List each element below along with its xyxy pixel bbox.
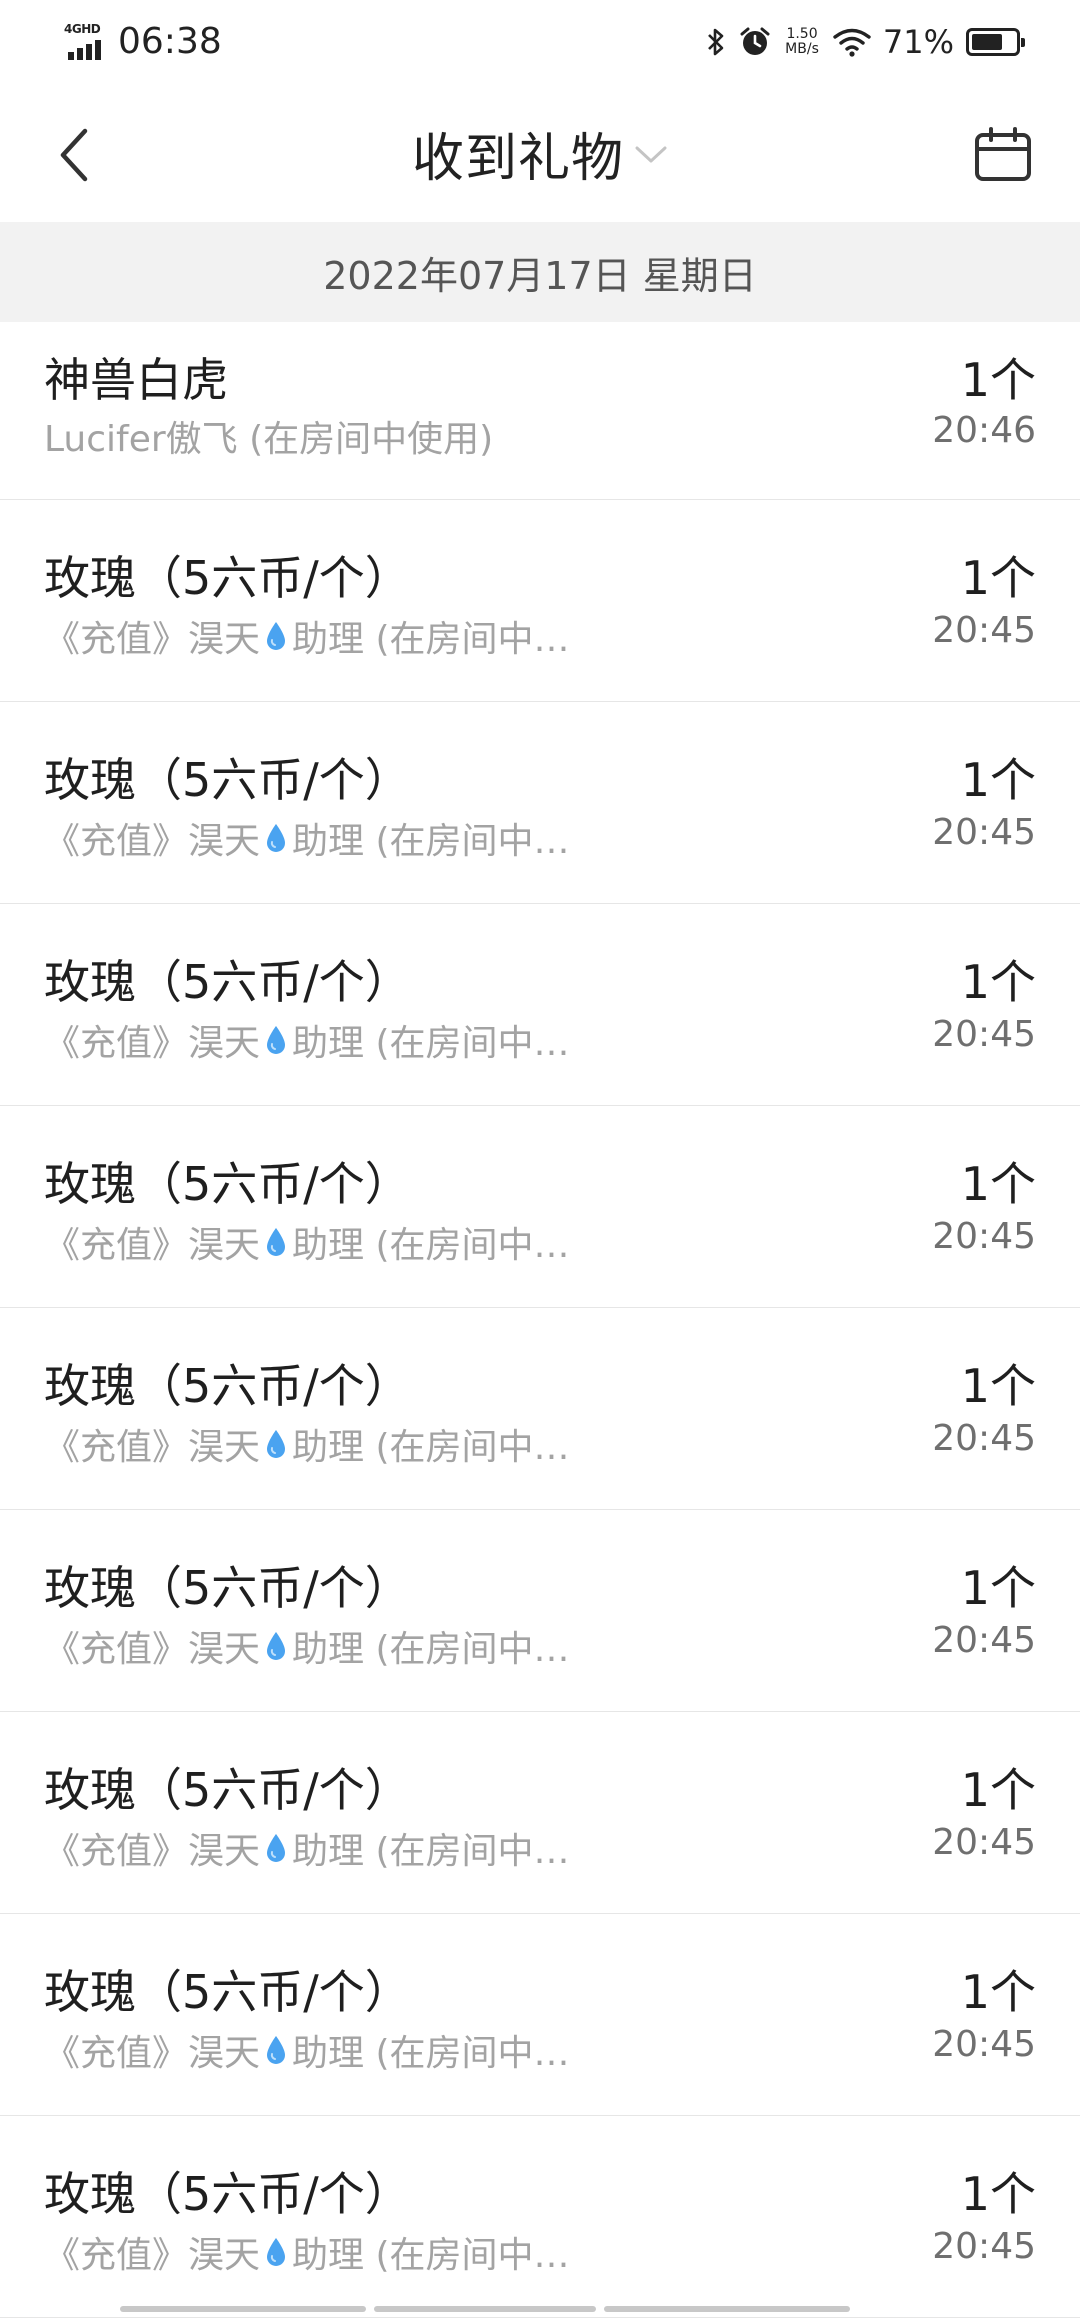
network-type-label: 4GHD bbox=[64, 22, 101, 36]
gift-list: 神兽白虎 Lucifer傲飞 (在房间中使用) 1个 20:46 玫瑰（5六币/个） 《充… bbox=[0, 322, 1080, 2318]
water-drop-icon bbox=[264, 1226, 288, 1258]
gift-time: 20:45 bbox=[932, 1418, 1036, 1459]
status-bar-right: 1.50 MB/s 71% bbox=[693, 16, 1025, 68]
gift-sender-name: 《充值》淏天 bbox=[44, 1023, 261, 1064]
water-drop-icon bbox=[264, 1630, 288, 1662]
gift-time: 20:45 bbox=[932, 2024, 1036, 2065]
gift-sender-suffix: 助理 (在房间中… bbox=[292, 619, 570, 660]
gift-row[interactable]: 玫瑰（5六币/个） 《充值》淏天 助理 (在房间中… 1个 20:45 bbox=[0, 500, 1080, 702]
gift-sender: Lucifer傲飞 (在房间中使用) bbox=[44, 410, 493, 462]
gift-name: 玫瑰（5六币/个） bbox=[44, 1965, 411, 2019]
gift-row[interactable]: 玫瑰（5六币/个） 《充值》淏天 助理 (在房间中… 1个 20:45 bbox=[0, 1712, 1080, 1914]
gift-time: 20:45 bbox=[932, 1822, 1036, 1863]
gift-row[interactable]: 玫瑰（5六币/个） 《充值》淏天 助理 (在房间中… 1个 20:45 bbox=[0, 904, 1080, 1106]
gift-sender: 《充值》淏天 助理 (在房间中… bbox=[44, 2226, 570, 2278]
gift-time: 20:45 bbox=[932, 812, 1036, 853]
gift-time: 20:45 bbox=[932, 1620, 1036, 1661]
gift-sender: 《充值》淏天 助理 (在房间中… bbox=[44, 1014, 570, 1066]
gift-sender-suffix: 助理 (在房间中… bbox=[292, 1427, 570, 1468]
page-title: 收到礼物 bbox=[411, 128, 624, 189]
gift-name: 玫瑰（5六币/个） bbox=[44, 1157, 411, 1211]
gift-sender-name: 《充值》淏天 bbox=[44, 2033, 261, 2074]
gift-sender-suffix: 助理 (在房间中… bbox=[292, 1023, 570, 1064]
status-bar: 4GHD 06:38 1.50 MB/s 71% bbox=[0, 0, 1080, 84]
gift-sender: 《充值》淏天 助理 (在房间中… bbox=[44, 1620, 570, 1672]
calendar-icon bbox=[975, 127, 1031, 181]
calendar-button[interactable] bbox=[968, 120, 1038, 190]
water-drop-icon bbox=[264, 2236, 288, 2268]
gift-sender-suffix: 助理 (在房间中… bbox=[292, 1629, 570, 1670]
bluetooth-icon bbox=[707, 26, 725, 58]
gift-name: 玫瑰（5六币/个） bbox=[44, 1561, 411, 1615]
gift-name: 玫瑰（5六币/个） bbox=[44, 551, 411, 605]
gift-count: 1个 bbox=[960, 353, 1036, 407]
chevron-down-icon bbox=[634, 144, 668, 166]
gift-sender-suffix: 助理 (在房间中… bbox=[292, 2235, 570, 2276]
gift-time: 20:45 bbox=[932, 610, 1036, 651]
gift-count: 1个 bbox=[960, 1763, 1036, 1817]
gift-sender-name: 《充值》淏天 bbox=[44, 619, 261, 660]
gift-row[interactable]: 神兽白虎 Lucifer傲飞 (在房间中使用) 1个 20:46 bbox=[0, 322, 1080, 500]
gift-sender-suffix: 助理 (在房间中… bbox=[292, 821, 570, 862]
gift-sender: 《充值》淏天 助理 (在房间中… bbox=[44, 1418, 570, 1470]
battery-percent: 71% bbox=[882, 23, 954, 61]
gift-sender-name: 《充值》淏天 bbox=[44, 1629, 261, 1670]
water-drop-icon bbox=[264, 1832, 288, 1864]
gift-sender: 《充值》淏天 助理 (在房间中… bbox=[44, 1822, 570, 1874]
gift-time: 20:45 bbox=[932, 1014, 1036, 1055]
gift-sender: 《充值》淏天 助理 (在房间中… bbox=[44, 1216, 570, 1268]
water-drop-icon bbox=[264, 1024, 288, 1056]
water-drop-icon bbox=[264, 2034, 288, 2066]
gift-count: 1个 bbox=[960, 1965, 1036, 2019]
gift-name: 神兽白虎 bbox=[44, 353, 228, 407]
gift-name: 玫瑰（5六币/个） bbox=[44, 2167, 411, 2221]
cellular-signal-icon: 4GHD bbox=[64, 22, 110, 62]
gift-sender-name: 《充值》淏天 bbox=[44, 2235, 261, 2276]
gift-row[interactable]: 玫瑰（5六币/个） 《充值》淏天 助理 (在房间中… 1个 20:45 bbox=[0, 1510, 1080, 1712]
gift-time: 20:45 bbox=[932, 2226, 1036, 2267]
gift-sender-name: 《充值》淏天 bbox=[44, 1225, 261, 1266]
gift-time: 20:46 bbox=[932, 410, 1036, 451]
wifi-icon bbox=[833, 27, 871, 57]
gift-sender-suffix: 助理 (在房间中… bbox=[292, 2033, 570, 2074]
gift-count: 1个 bbox=[960, 1561, 1036, 1615]
gift-sender: 《充值》淏天 助理 (在房间中… bbox=[44, 812, 570, 864]
network-speed: 1.50 MB/s bbox=[785, 26, 819, 57]
gift-row[interactable]: 玫瑰（5六币/个） 《充值》淏天 助理 (在房间中… 1个 20:45 bbox=[0, 1106, 1080, 1308]
gift-name: 玫瑰（5六币/个） bbox=[44, 1359, 411, 1413]
water-drop-icon bbox=[264, 1428, 288, 1460]
gift-sender-name: 《充值》淏天 bbox=[44, 821, 261, 862]
nav-bar: 收到礼物 bbox=[0, 84, 1080, 222]
battery-icon bbox=[966, 28, 1025, 56]
gift-time: 20:45 bbox=[932, 1216, 1036, 1257]
title-dropdown[interactable]: 收到礼物 bbox=[0, 118, 1080, 189]
gift-row[interactable]: 玫瑰（5六币/个） 《充值》淏天 助理 (在房间中… 1个 20:45 bbox=[0, 2116, 1080, 2318]
gift-name: 玫瑰（5六币/个） bbox=[44, 753, 411, 807]
alarm-icon bbox=[739, 26, 771, 58]
gift-row[interactable]: 玫瑰（5六币/个） 《充值》淏天 助理 (在房间中… 1个 20:45 bbox=[0, 1914, 1080, 2116]
gift-count: 1个 bbox=[960, 551, 1036, 605]
water-drop-icon bbox=[264, 620, 288, 652]
water-drop-icon bbox=[264, 822, 288, 854]
gift-sender-suffix: 助理 (在房间中… bbox=[292, 1831, 570, 1872]
gift-sender-name: 《充值》淏天 bbox=[44, 1427, 261, 1468]
gift-sender: 《充值》淏天 助理 (在房间中… bbox=[44, 2024, 570, 2076]
status-bar-left: 4GHD 06:38 bbox=[64, 16, 222, 68]
gift-count: 1个 bbox=[960, 2167, 1036, 2221]
gift-count: 1个 bbox=[960, 955, 1036, 1009]
gift-name: 玫瑰（5六币/个） bbox=[44, 955, 411, 1009]
gift-row[interactable]: 玫瑰（5六币/个） 《充值》淏天 助理 (在房间中… 1个 20:45 bbox=[0, 702, 1080, 904]
gift-sender-suffix: 助理 (在房间中… bbox=[292, 1225, 570, 1266]
gift-count: 1个 bbox=[960, 1359, 1036, 1413]
gift-sender-name: Lucifer傲飞 (在房间中使用) bbox=[44, 419, 494, 460]
gift-sender-name: 《充值》淏天 bbox=[44, 1831, 261, 1872]
status-time: 06:38 bbox=[118, 21, 222, 62]
date-section-header: 2022年07月17日 星期日 bbox=[0, 222, 1080, 322]
gift-count: 1个 bbox=[960, 753, 1036, 807]
gift-sender: 《充值》淏天 助理 (在房间中… bbox=[44, 610, 570, 662]
gift-name: 玫瑰（5六币/个） bbox=[44, 1763, 411, 1817]
gift-count: 1个 bbox=[960, 1157, 1036, 1211]
gift-row[interactable]: 玫瑰（5六币/个） 《充值》淏天 助理 (在房间中… 1个 20:45 bbox=[0, 1308, 1080, 1510]
scroll-indicator bbox=[120, 2306, 960, 2312]
